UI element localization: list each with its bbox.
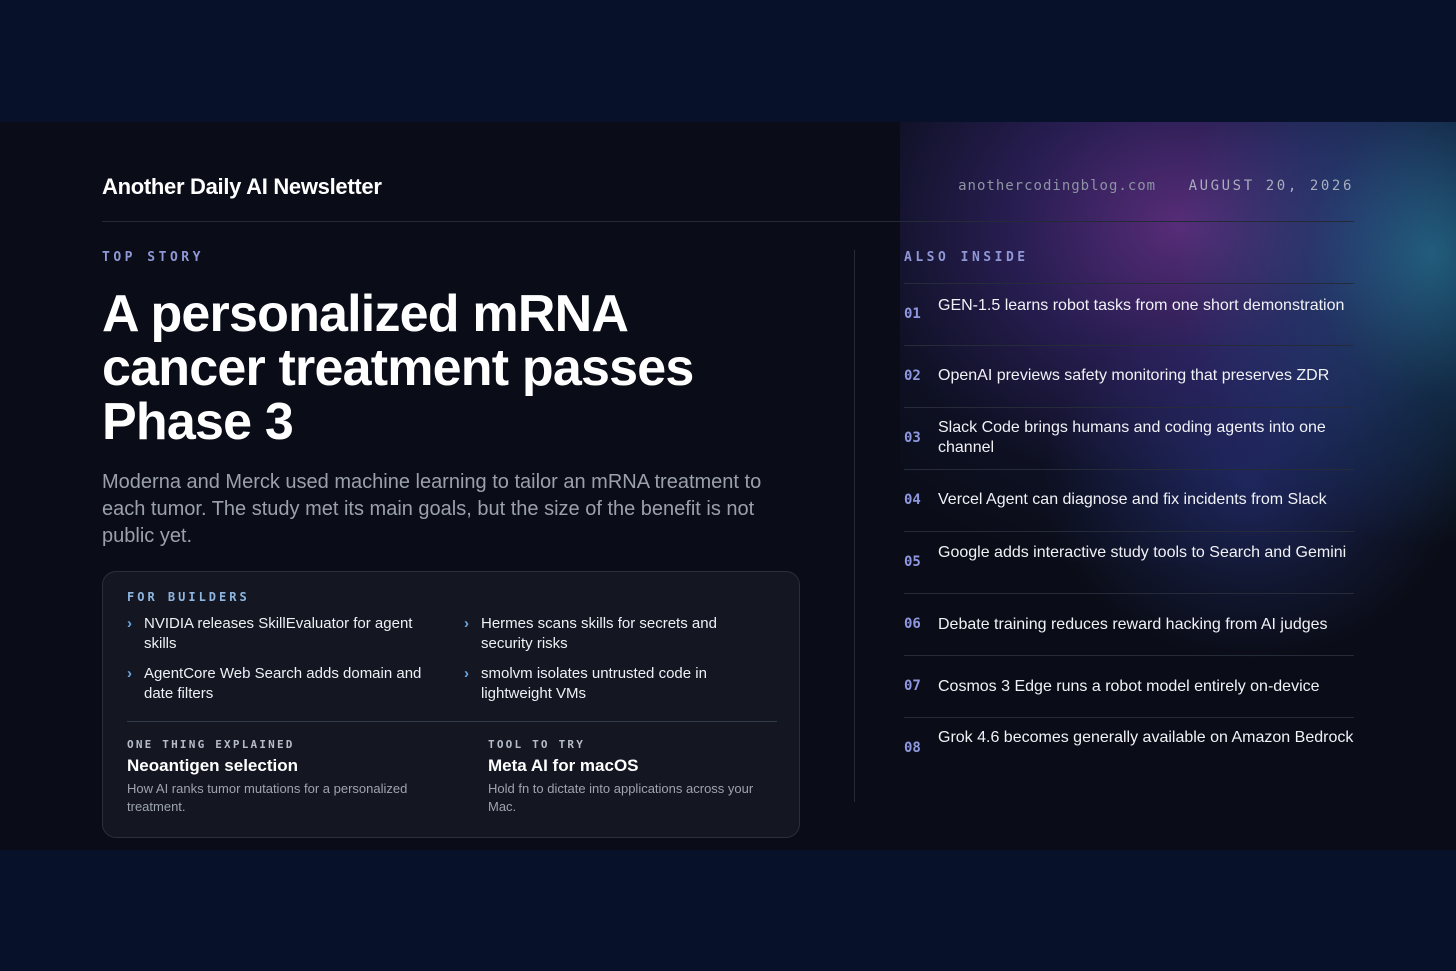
chevron-right-icon: ›	[127, 665, 132, 682]
chevron-right-icon: ›	[127, 615, 132, 632]
tool-title: Meta AI for macOS	[488, 756, 639, 775]
item-title: GEN-1.5 learns robot tasks from one shor…	[938, 297, 1345, 314]
tool-to-try[interactable]: TOOL TO TRY Meta AI for macOS Hold fn to…	[488, 738, 778, 816]
tool-description: Hold fn to dictate into applications acr…	[488, 781, 754, 814]
header-meta: anothercodingblog.com AUGUST 20, 2026	[958, 178, 1354, 194]
item-number: 02	[904, 368, 921, 384]
explained-title: Neoantigen selection	[127, 756, 298, 775]
chevron-right-icon: ›	[464, 665, 469, 682]
builders-item[interactable]: › NVIDIA releases SkillEvaluator for age…	[127, 614, 427, 654]
item-title: Debate training reduces reward hacking f…	[938, 616, 1328, 633]
newsletter-banner: Another Daily AI Newsletter anothercodin…	[0, 122, 1456, 850]
builders-item[interactable]: › smolvm isolates untrusted code in ligh…	[464, 664, 764, 704]
item-title: OpenAI previews safety monitoring that p…	[938, 367, 1330, 384]
item-number: 03	[904, 430, 921, 446]
item-number: 05	[904, 554, 921, 570]
explained-label: ONE THING EXPLAINED	[127, 738, 295, 751]
list-item[interactable]: 05 Google adds interactive study tools t…	[904, 531, 1354, 593]
top-story-headline[interactable]: A personalized mRNA cancer treatment pas…	[102, 287, 782, 449]
item-title: Slack Code brings humans and coding agen…	[938, 419, 1326, 456]
builders-item-text: Hermes scans skills for secrets and secu…	[481, 615, 717, 652]
item-title: Grok 4.6 becomes generally available on …	[938, 729, 1354, 746]
column-divider	[854, 250, 855, 802]
list-item[interactable]: 08 Grok 4.6 becomes generally available …	[904, 717, 1354, 779]
list-item[interactable]: 06 Debate training reduces reward hackin…	[904, 593, 1354, 655]
item-title: Cosmos 3 Edge runs a robot model entirel…	[938, 678, 1320, 695]
builders-item-text: AgentCore Web Search adds domain and dat…	[144, 665, 422, 702]
chevron-right-icon: ›	[464, 615, 469, 632]
list-item[interactable]: 03 Slack Code brings humans and coding a…	[904, 407, 1354, 469]
builders-item[interactable]: › Hermes scans skills for secrets and se…	[464, 614, 764, 654]
header: Another Daily AI Newsletter anothercodin…	[102, 172, 1354, 222]
item-number: 06	[904, 616, 921, 632]
builders-item-text: NVIDIA releases SkillEvaluator for agent…	[144, 615, 413, 652]
top-story-summary: Moderna and Merck used machine learning …	[102, 471, 762, 547]
card-divider	[127, 721, 777, 722]
list-item[interactable]: 07 Cosmos 3 Edge runs a robot model enti…	[904, 655, 1354, 717]
explained-description: How AI ranks tumor mutations for a perso…	[127, 781, 408, 814]
item-number: 04	[904, 492, 921, 508]
one-thing-explained[interactable]: ONE THING EXPLAINED Neoantigen selection…	[127, 738, 447, 816]
item-number: 07	[904, 678, 921, 694]
builders-item-text: smolvm isolates untrusted code in lightw…	[481, 665, 707, 702]
builders-card: FOR BUILDERS › NVIDIA releases SkillEval…	[102, 571, 800, 838]
brand-title: Another Daily AI Newsletter	[102, 174, 382, 199]
item-number: 08	[904, 740, 921, 756]
top-story-kicker: TOP STORY	[102, 250, 204, 265]
item-title: Google adds interactive study tools to S…	[938, 544, 1347, 561]
builders-kicker: FOR BUILDERS	[127, 590, 250, 604]
top-story: TOP STORY A personalized mRNA cancer tre…	[102, 250, 802, 550]
list-item[interactable]: 01 GEN-1.5 learns robot tasks from one s…	[904, 283, 1354, 345]
list-item[interactable]: 04 Vercel Agent can diagnose and fix inc…	[904, 469, 1354, 531]
builders-item[interactable]: › AgentCore Web Search adds domain and d…	[127, 664, 427, 704]
site-link[interactable]: anothercodingblog.com	[958, 178, 1156, 194]
issue-date: AUGUST 20, 2026	[1188, 178, 1354, 194]
also-inside-kicker: ALSO INSIDE	[904, 250, 1029, 265]
list-item[interactable]: 02 OpenAI previews safety monitoring tha…	[904, 345, 1354, 407]
item-number: 01	[904, 306, 921, 322]
tool-label: TOOL TO TRY	[488, 738, 586, 751]
also-inside: ALSO INSIDE 01 GEN-1.5 learns robot task…	[904, 250, 1354, 756]
item-title: Vercel Agent can diagnose and fix incide…	[938, 491, 1327, 508]
